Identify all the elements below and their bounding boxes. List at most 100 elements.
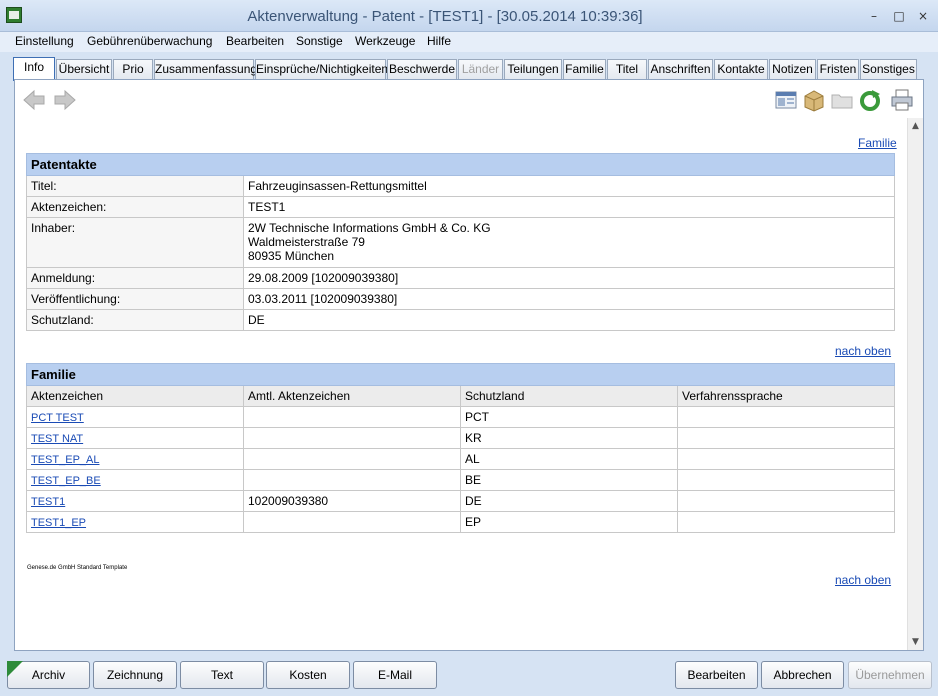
table-row: Anmeldung: 29.08.2009 [102009039380]: [26, 267, 895, 289]
kosten-button[interactable]: Kosten: [266, 661, 350, 689]
familie-link[interactable]: Familie: [858, 136, 897, 150]
anmeldung-label: Anmeldung:: [26, 267, 244, 289]
menu-bar: Einstellung Gebührenüberwachung Bearbeit…: [0, 32, 938, 52]
vertical-scrollbar[interactable]: ▲ ▼: [907, 118, 923, 650]
titel-label: Titel:: [26, 175, 244, 197]
aktenzeichen-label: Aktenzeichen:: [26, 196, 244, 218]
minimize-button[interactable]: –: [864, 8, 884, 24]
print-icon[interactable]: [890, 88, 914, 112]
familie-table: Familie Aktenzeichen Amtl. Aktenzeichen …: [26, 363, 895, 533]
inhaber-city: 80935 München: [248, 249, 335, 263]
sprache-cell: [677, 406, 895, 428]
tab-kontakte[interactable]: Kontakte: [714, 59, 768, 79]
tab-fristen[interactable]: Fristen: [817, 59, 859, 79]
menu-einstellung[interactable]: Einstellung: [15, 34, 74, 48]
tab-einsprueche[interactable]: Einsprüche/Nichtigkeiten: [255, 59, 388, 79]
family-link-test-nat[interactable]: TEST NAT: [31, 433, 83, 445]
land-cell: DE: [460, 490, 678, 512]
text-button[interactable]: Text: [180, 661, 264, 689]
schutzland-value: DE: [243, 309, 895, 331]
toolbar: [15, 80, 923, 118]
tab-notizen[interactable]: Notizen: [769, 59, 816, 79]
table-header-row: Aktenzeichen Amtl. Aktenzeichen Schutzla…: [26, 385, 895, 407]
menu-hilfe[interactable]: Hilfe: [427, 34, 451, 48]
inhaber-label: Inhaber:: [26, 217, 244, 268]
tab-zusammenfassung[interactable]: Zusammenfassung: [154, 59, 257, 79]
sprache-cell: [677, 427, 895, 449]
email-button[interactable]: E-Mail: [353, 661, 437, 689]
table-row: TEST1_EP EP: [26, 511, 895, 533]
folder-icon[interactable]: [830, 88, 854, 112]
land-cell: BE: [460, 469, 678, 491]
table-row: TEST NAT KR: [26, 427, 895, 449]
forward-arrow-icon[interactable]: [53, 88, 77, 112]
table-row: Inhaber: 2W Technische Informations GmbH…: [26, 217, 895, 268]
tab-prio[interactable]: Prio: [113, 59, 153, 79]
inhaber-value: 2W Technische Informations GmbH & Co. KG…: [243, 217, 895, 268]
zeichnung-button[interactable]: Zeichnung: [93, 661, 177, 689]
scroll-up-icon[interactable]: ▲: [908, 118, 923, 134]
inhaber-street: Waldmeisterstraße 79: [248, 235, 365, 249]
amtl-cell: [243, 448, 461, 470]
family-link-test1[interactable]: TEST1: [31, 496, 65, 508]
veroeffentlichung-value: 03.03.2011 [102009039380]: [243, 288, 895, 310]
family-link-test1-ep[interactable]: TEST1_EP: [31, 517, 86, 529]
close-button[interactable]: ×: [913, 8, 933, 24]
table-row: TEST_EP_AL AL: [26, 448, 895, 470]
menu-bearbeiten[interactable]: Bearbeiten: [226, 34, 284, 48]
land-cell: KR: [460, 427, 678, 449]
archive-box-icon[interactable]: [802, 88, 826, 112]
back-arrow-icon[interactable]: [22, 88, 46, 112]
menu-sonstige[interactable]: Sonstige: [296, 34, 343, 48]
patentakte-table: Patentakte Titel: Fahrzeuginsassen-Rettu…: [26, 153, 895, 331]
col-amtl-aktenzeichen: Amtl. Aktenzeichen: [243, 385, 461, 407]
land-cell: EP: [460, 511, 678, 533]
land-cell: AL: [460, 448, 678, 470]
nach-oben-link-bottom[interactable]: nach oben: [835, 573, 891, 587]
patentakte-heading: Patentakte: [26, 153, 895, 176]
tab-sonstiges[interactable]: Sonstiges: [860, 59, 917, 79]
template-note: Genese.de GmbH Standard Template: [27, 565, 128, 571]
titel-value: Fahrzeuginsassen-Rettungsmittel: [243, 175, 895, 197]
menu-werkzeuge[interactable]: Werkzeuge: [355, 34, 415, 48]
family-link-pct-test[interactable]: PCT TEST: [31, 412, 84, 424]
aktenzeichen-value: TEST1: [243, 196, 895, 218]
sprache-cell: [677, 469, 895, 491]
tab-uebersicht[interactable]: Übersicht: [56, 59, 112, 79]
scroll-down-icon[interactable]: ▼: [908, 634, 923, 650]
sprache-cell: [677, 448, 895, 470]
inhaber-name: 2W Technische Informations GmbH & Co. KG: [248, 221, 491, 235]
col-aktenzeichen: Aktenzeichen: [26, 385, 244, 407]
maximize-button[interactable]: □: [889, 8, 909, 24]
sprache-cell: [677, 490, 895, 512]
amtl-cell: [243, 406, 461, 428]
family-link-test-ep-be[interactable]: TEST_EP_BE: [31, 475, 101, 487]
menu-gebuehrenueberwachung[interactable]: Gebührenüberwachung: [87, 34, 212, 48]
tab-strip: Info Übersicht Prio Zusammenfassung Eins…: [0, 55, 938, 81]
tab-laender: Länder: [458, 59, 503, 79]
tab-anschriften[interactable]: Anschriften: [648, 59, 713, 79]
flag-icon: [7, 661, 23, 677]
bearbeiten-button[interactable]: Bearbeiten: [675, 661, 758, 689]
abbrechen-button[interactable]: Abbrechen: [761, 661, 844, 689]
amtl-cell: [243, 511, 461, 533]
tab-teilungen[interactable]: Teilungen: [504, 59, 562, 79]
tab-familie[interactable]: Familie: [563, 59, 606, 79]
schutzland-label: Schutzland:: [26, 309, 244, 331]
table-row: Aktenzeichen: TEST1: [26, 196, 895, 218]
table-row: Titel: Fahrzeuginsassen-Rettungsmittel: [26, 175, 895, 197]
tab-info[interactable]: Info: [13, 57, 55, 81]
refresh-icon[interactable]: [858, 88, 882, 112]
col-schutzland: Schutzland: [460, 385, 678, 407]
tab-beschwerde[interactable]: Beschwerde: [387, 59, 457, 79]
amtl-cell: [243, 427, 461, 449]
tab-titel[interactable]: Titel: [607, 59, 647, 79]
table-row: TEST1 102009039380 DE: [26, 490, 895, 512]
layout-icon[interactable]: [774, 88, 798, 112]
nach-oben-link[interactable]: nach oben: [835, 344, 891, 358]
sprache-cell: [677, 511, 895, 533]
col-verfahrenssprache: Verfahrenssprache: [677, 385, 895, 407]
family-link-test-ep-al[interactable]: TEST_EP_AL: [31, 454, 99, 466]
uebernehmen-button: Übernehmen: [848, 661, 932, 689]
anmeldung-value: 29.08.2009 [102009039380]: [243, 267, 895, 289]
